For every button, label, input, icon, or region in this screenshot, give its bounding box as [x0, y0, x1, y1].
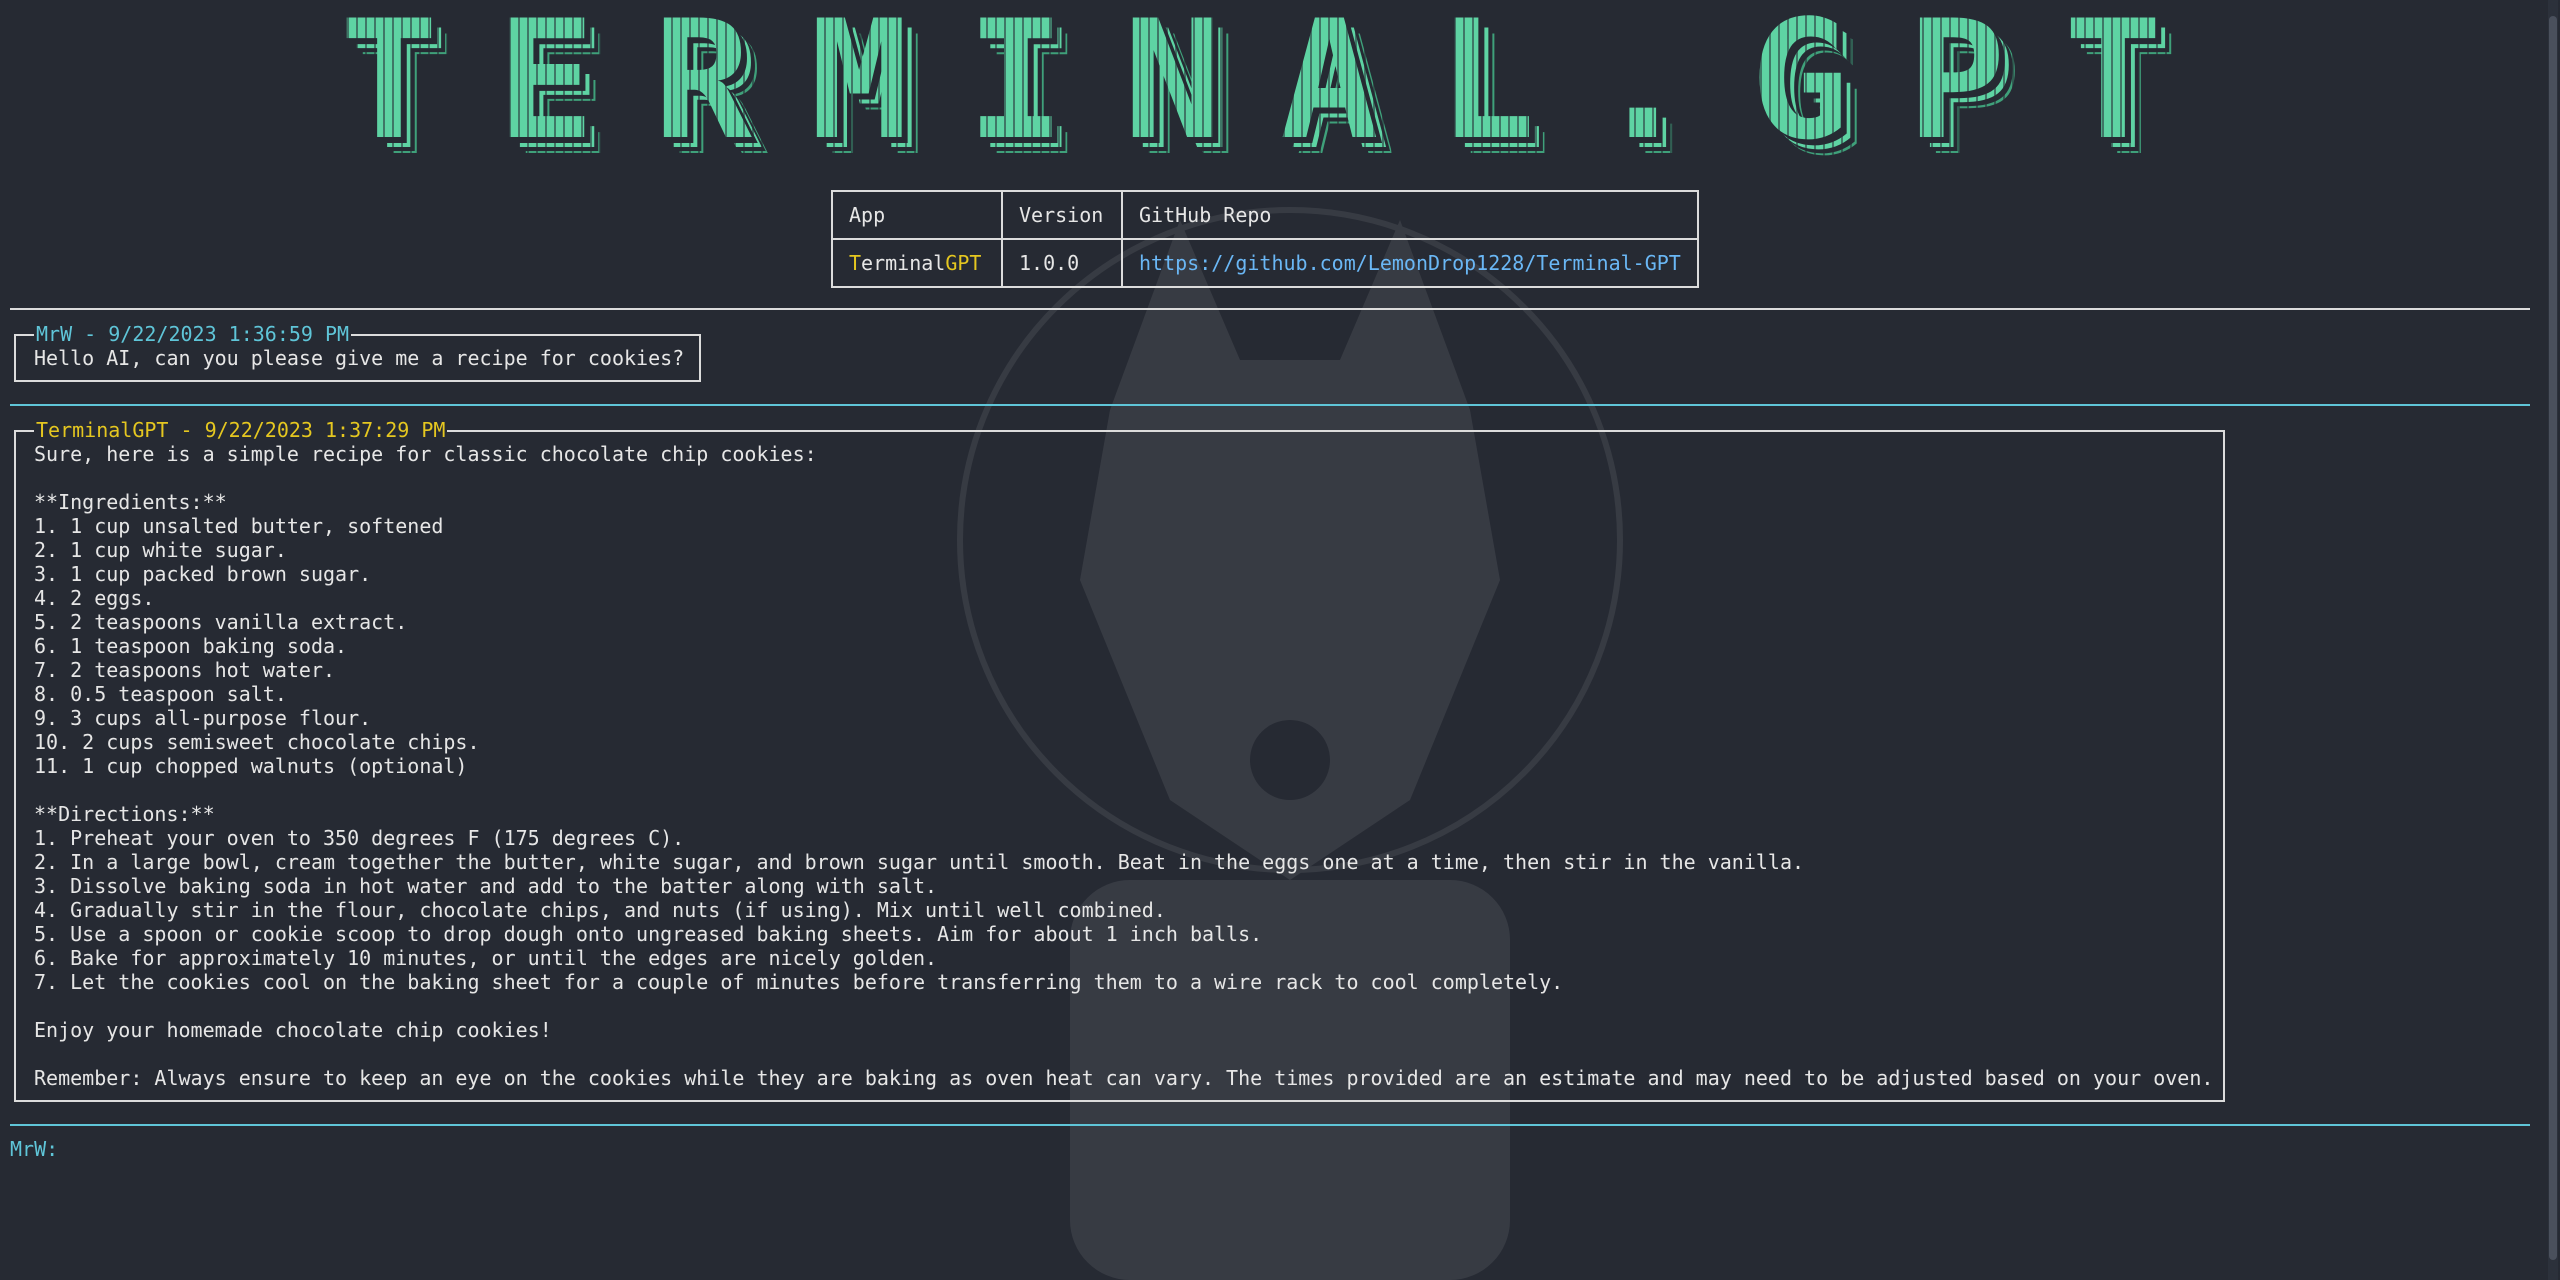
ai-message-line: 7. Let the cookies cool on the baking sh…: [34, 970, 1564, 994]
ai-message-line: 1. Preheat your oven to 350 degrees F (1…: [34, 826, 685, 850]
ai-message-line: 4. 2 eggs.: [34, 586, 155, 610]
header-version: Version: [1001, 190, 1123, 240]
ai-message-box: TerminalGPT - 9/22/2023 1:37:29 PM Sure,…: [14, 418, 2225, 1102]
ai-message-line: 8. 0.5 teaspoon salt.: [34, 682, 287, 706]
version-value: 1.0.0: [1001, 238, 1123, 288]
app-name-middle: erminal: [861, 251, 946, 275]
user-message-header: MrW - 9/22/2023 1:36:59 PM: [34, 322, 352, 346]
repo-link[interactable]: https://github.com/LemonDrop1228/Termina…: [1139, 251, 1681, 275]
chat-input[interactable]: [70, 1137, 674, 1163]
ai-message-line: 3. Dissolve baking soda in hot water and…: [34, 874, 938, 898]
ai-message-line: 11. 1 cup chopped walnuts (optional): [34, 754, 468, 778]
ai-message-line: 7. 2 teaspoons hot water.: [34, 658, 336, 682]
header-repo: GitHub Repo: [1121, 190, 1699, 240]
repo-cell: https://github.com/LemonDrop1228/Termina…: [1121, 238, 1699, 288]
header-app: App: [831, 190, 1003, 240]
ai-message-line: 5. Use a spoon or cookie scoop to drop d…: [34, 922, 1263, 946]
ai-message-line: **Ingredients:**: [34, 490, 227, 514]
ai-message-line: 1. 1 cup unsalted butter, softened: [34, 514, 444, 538]
app-name-last: GPT: [945, 251, 982, 275]
input-prompt-label: MrW:: [10, 1137, 59, 1161]
ai-message-line: 10. 2 cups semisweet chocolate chips.: [34, 730, 480, 754]
user-message-text: Hello AI, can you please give me a recip…: [34, 346, 685, 370]
ai-message-line: 3. 1 cup packed brown sugar.: [34, 562, 372, 586]
banner-title: TERMINAL.GPT: [339, 0, 2221, 176]
divider: [10, 308, 2530, 310]
ai-message-line: Enjoy your homemade chocolate chip cooki…: [34, 1018, 552, 1042]
terminal-window: TERMINAL.GPT App Version GitHub Repo Ter…: [0, 0, 2560, 1280]
ai-message-line: Remember: Always ensure to keep an eye o…: [34, 1066, 2214, 1090]
vertical-scrollbar[interactable]: [2548, 0, 2558, 1280]
ai-message-line: **Directions:**: [34, 802, 215, 826]
app-name-first: T: [849, 251, 862, 275]
ai-message-line: Sure, here is a simple recipe for classi…: [34, 442, 817, 466]
divider: [10, 1124, 2530, 1126]
ai-message-line: 2. 1 cup white sugar.: [34, 538, 287, 562]
ai-message-header: TerminalGPT - 9/22/2023 1:37:29 PM: [34, 418, 448, 442]
ai-message-line: 5. 2 teaspoons vanilla extract.: [34, 610, 408, 634]
user-message-box: MrW - 9/22/2023 1:36:59 PM Hello AI, can…: [14, 322, 701, 382]
divider: [10, 404, 2530, 406]
ai-message-line: 2. In a large bowl, cream together the b…: [34, 850, 1805, 874]
table-header-row: App Version GitHub Repo: [831, 190, 1699, 240]
table-row: TerminalGPT 1.0.0 https://github.com/Lem…: [831, 238, 1699, 288]
app-info-table: App Version GitHub Repo TerminalGPT 1.0.…: [831, 190, 1699, 288]
ai-message-line: 4. Gradually stir in the flour, chocolat…: [34, 898, 1166, 922]
banner: TERMINAL.GPT: [0, 0, 2560, 176]
scrollbar-thumb[interactable]: [2549, 16, 2557, 1260]
ai-message-line: 9. 3 cups all-purpose flour.: [34, 706, 372, 730]
ai-message-line: 6. Bake for approximately 10 minutes, or…: [34, 946, 938, 970]
ai-message-line: 6. 1 teaspoon baking soda.: [34, 634, 348, 658]
app-name-cell: TerminalGPT: [831, 238, 1003, 288]
